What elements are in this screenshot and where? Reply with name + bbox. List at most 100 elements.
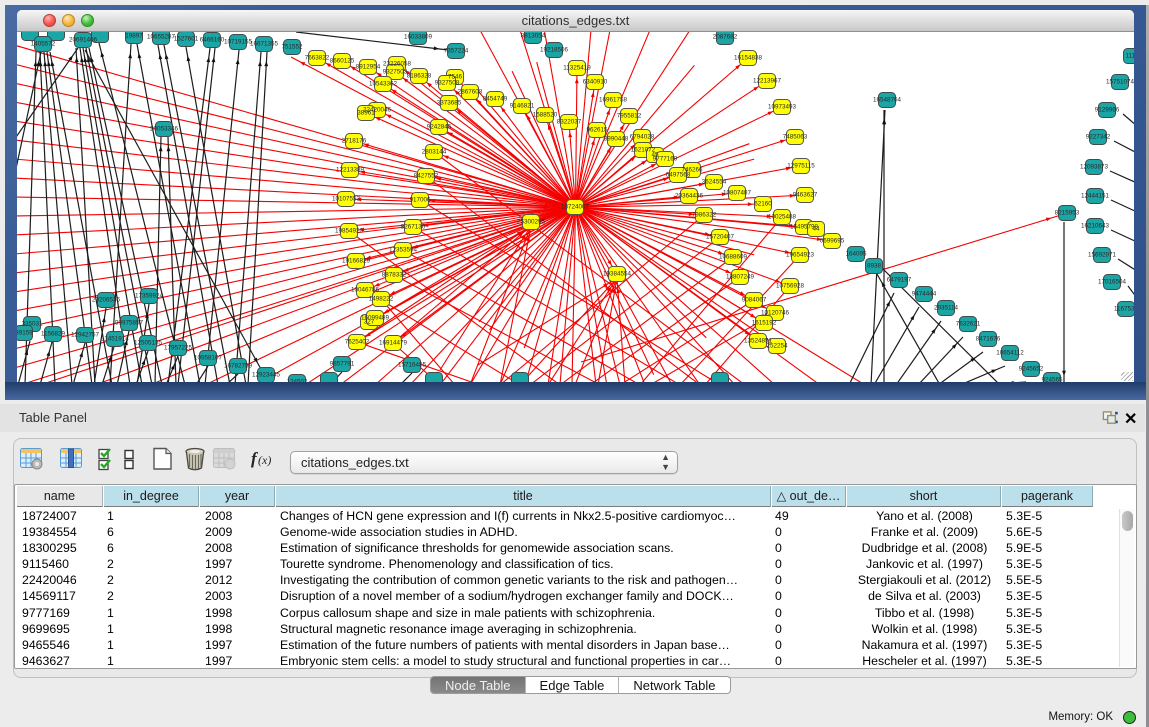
svg-text:9327508: 9327508 — [435, 80, 460, 87]
svg-text:10025488: 10025488 — [768, 214, 797, 221]
svg-text:19654923: 19654923 — [786, 252, 815, 259]
svg-text:1498222: 1498222 — [369, 296, 394, 303]
svg-text:751552: 751552 — [281, 44, 303, 51]
svg-text:9146821: 9146821 — [510, 103, 535, 110]
svg-text:18724007: 18724007 — [561, 204, 590, 211]
svg-text:7632621: 7632621 — [956, 321, 981, 328]
svg-text:10655287: 10655287 — [147, 34, 176, 41]
svg-text:1112: 1112 — [1125, 53, 1134, 60]
svg-text:12213389: 12213389 — [336, 167, 365, 174]
svg-text:12093873: 12093873 — [1080, 164, 1109, 171]
svg-text:8454749: 8454749 — [483, 96, 508, 103]
svg-text:8660125: 8660125 — [330, 58, 355, 65]
svg-text:1588520: 1588520 — [533, 112, 558, 119]
svg-text:16782759: 16782759 — [224, 363, 253, 370]
svg-text:10688609: 10688609 — [719, 254, 748, 261]
svg-text:15716485: 15716485 — [398, 362, 427, 369]
svg-text:16033809: 16033809 — [404, 34, 433, 41]
svg-text:3624554: 3624554 — [702, 179, 727, 186]
svg-text:12213967: 12213967 — [753, 78, 782, 85]
svg-text:19897: 19897 — [125, 33, 143, 40]
svg-text:10654112: 10654112 — [996, 350, 1024, 357]
svg-text:11451914: 11451914 — [101, 336, 129, 343]
svg-text:10973493: 10973493 — [768, 104, 797, 111]
svg-text:2718176: 2718176 — [342, 138, 367, 145]
svg-text:15751074: 15751074 — [1106, 79, 1134, 86]
svg-text:8813054: 8813054 — [521, 33, 546, 40]
svg-text:8322037: 8322037 — [557, 119, 582, 126]
svg-text:12353594: 12353594 — [389, 247, 418, 254]
svg-text:44: 44 — [812, 226, 820, 233]
svg-text:9227342: 9227342 — [1086, 134, 1111, 141]
svg-text:9463627: 9463627 — [793, 192, 818, 199]
svg-text:164095: 164095 — [845, 251, 867, 258]
svg-text:19384554: 19384554 — [603, 271, 632, 278]
svg-text:8471676: 8471676 — [976, 336, 1001, 343]
svg-text:20206536: 20206536 — [92, 297, 121, 304]
svg-text:17016504: 17016504 — [1098, 279, 1127, 286]
svg-text:20053346: 20053346 — [150, 126, 179, 133]
svg-text:8990448: 8990448 — [604, 136, 629, 143]
svg-text:2867608: 2867608 — [458, 89, 483, 96]
svg-text:62160: 62160 — [754, 201, 772, 208]
svg-text:335031: 335031 — [21, 321, 43, 328]
svg-text:9857791: 9857791 — [330, 361, 355, 368]
svg-text:2935114: 2935114 — [934, 305, 959, 312]
svg-text:10107553: 10107553 — [332, 196, 361, 203]
svg-text:7955812: 7955812 — [617, 113, 642, 120]
svg-text:2087682: 2087682 — [713, 34, 738, 41]
svg-text:917006: 917006 — [409, 197, 431, 204]
svg-text:9777169: 9777169 — [653, 156, 678, 163]
svg-text:11325419: 11325419 — [563, 65, 591, 72]
svg-text:124502: 124502 — [286, 379, 308, 382]
svg-text:962615: 962615 — [586, 127, 608, 134]
svg-text:16914479: 16914479 — [379, 340, 408, 347]
svg-text:1156829: 1156829 — [41, 331, 66, 338]
svg-text:10807487: 10807487 — [723, 190, 752, 197]
svg-text:38961: 38961 — [357, 110, 375, 117]
svg-text:6340910: 6340910 — [583, 79, 608, 86]
svg-text:12975115: 12975115 — [787, 163, 815, 170]
svg-text:3373685: 3373685 — [437, 100, 462, 107]
svg-text:1615192: 1615192 — [752, 320, 777, 327]
svg-text:8938: 8938 — [867, 263, 882, 270]
svg-text:16671355: 16671355 — [250, 41, 279, 48]
svg-text:1527601: 1527601 — [174, 36, 199, 43]
svg-text:20691406: 20691406 — [69, 37, 98, 44]
svg-text:9245652: 9245652 — [1019, 366, 1044, 373]
svg-text:10543362: 10543362 — [369, 81, 398, 88]
svg-text:10046786: 10046786 — [351, 287, 380, 294]
svg-text:7986322: 7986322 — [692, 212, 717, 219]
svg-text:0699695: 0699695 — [820, 238, 845, 245]
svg-text:8878332: 8878332 — [382, 272, 407, 279]
svg-text:8215953: 8215953 — [1055, 210, 1080, 217]
svg-text:10756928: 10756928 — [776, 283, 805, 290]
svg-text:9327503: 9327503 — [383, 69, 408, 76]
svg-text:19854923: 19854923 — [335, 228, 364, 235]
svg-text:7663822: 7663822 — [305, 55, 330, 62]
svg-text:9129966: 9129966 — [1095, 107, 1120, 114]
svg-text:8186328: 8186328 — [407, 73, 432, 80]
svg-text:16154838: 16154838 — [734, 55, 763, 62]
svg-text:252254: 252254 — [766, 343, 788, 350]
svg-text:924565: 924565 — [1041, 377, 1063, 382]
svg-text:1405572: 1405572 — [31, 41, 56, 48]
svg-text:8267130: 8267130 — [401, 224, 426, 231]
svg-text:20364436: 20364436 — [675, 193, 704, 200]
svg-text:7625402: 7625402 — [345, 339, 370, 346]
svg-text:2803144: 2803144 — [422, 149, 447, 156]
svg-text:12923445: 12923445 — [252, 372, 281, 379]
svg-text:16210643: 16210643 — [1081, 223, 1110, 230]
svg-text:8912954: 8912954 — [356, 64, 381, 71]
svg-text:7485063: 7485063 — [783, 134, 808, 141]
svg-text:19218506: 19218506 — [540, 47, 569, 54]
svg-text:16961758: 16961758 — [599, 97, 628, 104]
svg-text:15720407: 15720407 — [706, 234, 735, 241]
svg-text:6466160: 6466160 — [200, 37, 225, 44]
svg-text:12444151: 12444151 — [1081, 193, 1110, 200]
svg-text:25300295: 25300295 — [517, 219, 546, 226]
svg-text:6794028: 6794028 — [630, 134, 655, 141]
svg-text:10719155: 10719155 — [224, 39, 253, 46]
svg-text:9084067: 9084067 — [742, 297, 767, 304]
svg-text:18807249: 18807249 — [726, 274, 755, 281]
